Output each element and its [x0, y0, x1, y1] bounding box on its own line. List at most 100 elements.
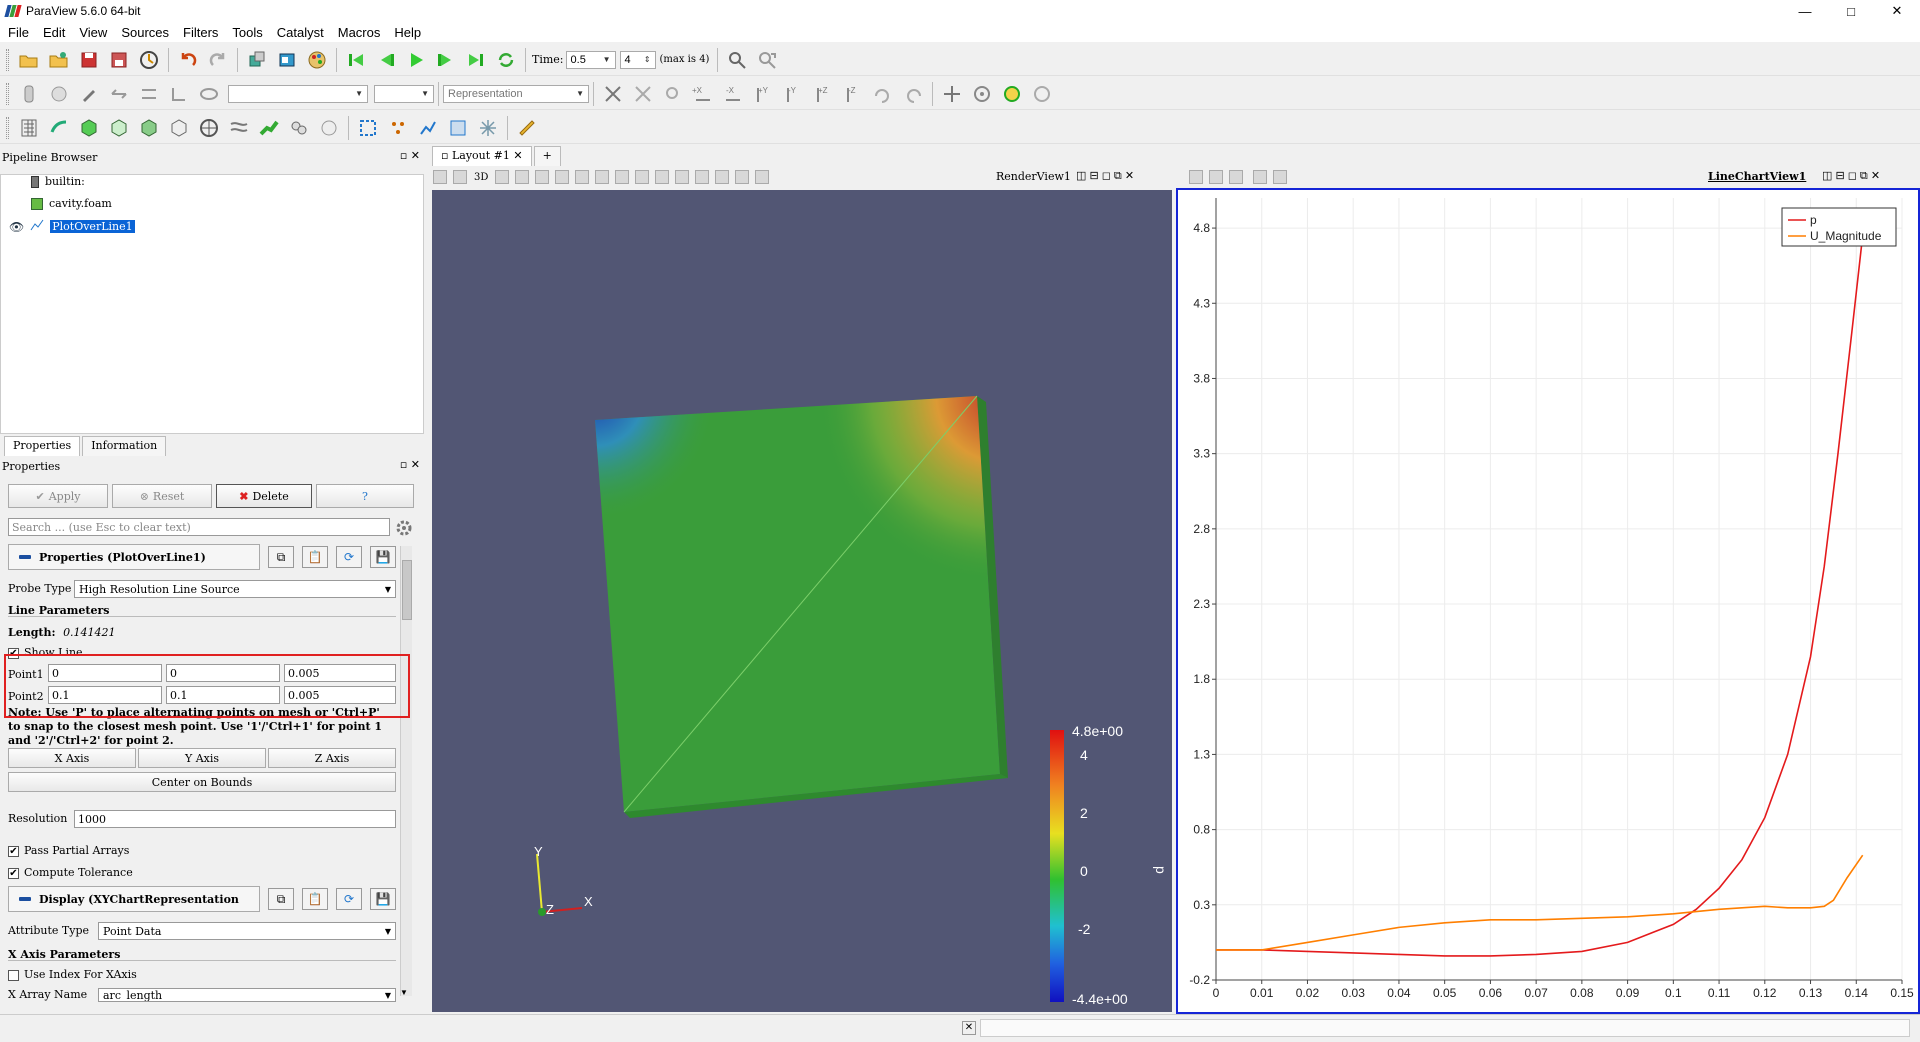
render-canvas[interactable]: 4.8e+00 4 2 0 -2 -4.4e+00 p Y Z X [432, 190, 1172, 1012]
properties-dock-controls[interactable]: ▫ ✕ [400, 458, 420, 471]
point2-z-input[interactable]: 0.005 [284, 686, 396, 704]
view-plus-z-icon[interactable]: +Z [811, 82, 835, 106]
connect-icon[interactable] [137, 48, 161, 72]
status-close-icon[interactable]: ✕ [962, 1021, 976, 1035]
menu-file[interactable]: File [0, 25, 35, 40]
dock-controls[interactable]: ▫ ✕ [400, 149, 420, 162]
reset-center-icon[interactable] [970, 82, 994, 106]
select-surface-points-icon[interactable] [535, 170, 550, 184]
clear-selection-icon[interactable] [755, 170, 770, 184]
select-surface-cells-icon[interactable] [515, 170, 530, 184]
group-datasets-icon[interactable] [287, 116, 311, 140]
chart-select-polygon-icon[interactable] [1229, 170, 1243, 184]
view-minus-z-icon[interactable]: -Z [841, 82, 865, 106]
rotation-center-icon[interactable] [1030, 82, 1054, 106]
help-button[interactable]: ? [316, 484, 414, 508]
undo-icon[interactable] [176, 48, 200, 72]
interactive-select-points-icon[interactable] [675, 170, 690, 184]
center-axes-icon[interactable] [940, 82, 964, 106]
extract-level-icon[interactable] [317, 116, 341, 140]
loop-icon[interactable] [494, 48, 518, 72]
select-polygon-cells-icon[interactable] [595, 170, 610, 184]
display-save-icon[interactable]: 💾 [370, 888, 396, 910]
eye-icon[interactable]: 👁 [9, 220, 24, 234]
rescale-temporal-icon[interactable] [167, 82, 191, 106]
plot-selection-icon[interactable] [416, 116, 440, 140]
color-by-combo[interactable]: ▼ [228, 84, 368, 103]
zoom-box-camera-icon[interactable] [661, 82, 685, 106]
render-view[interactable]: 4.8e+00 4 2 0 -2 -4.4e+00 p Y Z X [432, 190, 1172, 1012]
capture-icon[interactable] [433, 170, 447, 184]
pass-partial-arrays-checkbox[interactable]: ✔ Pass Partial Arrays [8, 844, 129, 857]
component-combo[interactable]: ▼ [374, 84, 434, 103]
representation-combo[interactable]: Representation ▼ [443, 84, 589, 103]
menu-filters[interactable]: Filters [175, 25, 224, 40]
time-combo[interactable]: 0.5 ▼ [565, 50, 616, 69]
scrollbar-thumb[interactable] [402, 560, 412, 620]
hover-points-icon[interactable] [476, 116, 500, 140]
maximize-button[interactable]: □ [1828, 0, 1874, 22]
select-frustum-points-icon[interactable] [575, 170, 590, 184]
contour-icon[interactable] [47, 116, 71, 140]
menu-sources[interactable]: Sources [113, 25, 175, 40]
grow-selection-icon[interactable] [715, 170, 730, 184]
close-button[interactable]: ✕ [1874, 0, 1920, 22]
select-cells-icon[interactable] [356, 116, 380, 140]
display-paste-icon[interactable]: 📋 [302, 888, 328, 910]
probe-type-select[interactable]: High Resolution Line Source ▼ [74, 580, 396, 598]
stream-tracer-icon[interactable] [227, 116, 251, 140]
chart-capture-icon[interactable] [1189, 170, 1203, 184]
select-frustum-cells-icon[interactable] [555, 170, 570, 184]
camera-undo-icon[interactable] [245, 48, 269, 72]
menu-catalyst[interactable]: Catalyst [269, 25, 330, 40]
display-section-header[interactable]: Display (XYChartRepresentation [8, 886, 260, 912]
clip-icon[interactable] [77, 116, 101, 140]
zoom-closest-icon[interactable] [631, 82, 655, 106]
tab-information[interactable]: Information [82, 436, 167, 456]
menu-macros[interactable]: Macros [330, 25, 387, 40]
pick-center-icon[interactable] [1000, 82, 1024, 106]
rescale-visible-icon[interactable] [197, 82, 221, 106]
menu-tools[interactable]: Tools [224, 25, 268, 40]
recent-folder-icon[interactable] [47, 48, 71, 72]
3d-toggle-button[interactable]: 3D [474, 172, 488, 183]
hover-cell-icon[interactable] [695, 170, 710, 184]
zoom-to-data-icon[interactable] [725, 48, 749, 72]
menu-help[interactable]: Help [386, 25, 427, 40]
open-folder-icon[interactable] [17, 48, 41, 72]
save-state-icon[interactable] [107, 48, 131, 72]
use-index-checkbox[interactable]: Use Index For XAxis [8, 968, 137, 981]
rescale-custom-icon[interactable] [137, 82, 161, 106]
chart-zoom-icon[interactable] [1273, 170, 1287, 184]
display-restore-icon[interactable]: ⟳ [336, 888, 362, 910]
display-copy-icon[interactable]: ⧉ [268, 888, 294, 910]
select-block-icon[interactable] [635, 170, 650, 184]
camera-redo-icon[interactable] [275, 48, 299, 72]
paste-icon[interactable]: 📋 [302, 546, 328, 568]
shading-icon[interactable] [47, 82, 71, 106]
menu-edit[interactable]: Edit [35, 25, 71, 40]
warp-vector-icon[interactable] [257, 116, 281, 140]
point2-x-input[interactable]: 0.1 [48, 686, 162, 704]
reset-camera-icon[interactable] [601, 82, 625, 106]
compute-tolerance-checkbox[interactable]: ✔ Compute Tolerance [8, 866, 133, 879]
x-array-name-select[interactable]: arc_length ▼ [98, 988, 396, 1002]
copy-icon[interactable]: ⧉ [268, 546, 294, 568]
previous-frame-icon[interactable] [374, 48, 398, 72]
show-line-checkbox[interactable]: ✔ Show Line [8, 646, 83, 659]
last-frame-icon[interactable] [464, 48, 488, 72]
minimize-button[interactable]: — [1782, 0, 1828, 22]
shrink-selection-icon[interactable] [735, 170, 750, 184]
pipeline-item-builtin[interactable]: builtin: [31, 175, 85, 188]
view-plus-y-icon[interactable]: +Y [751, 82, 775, 106]
save-data-icon[interactable] [77, 48, 101, 72]
menu-view[interactable]: View [71, 25, 113, 40]
camera-link-icon[interactable] [495, 170, 510, 184]
first-frame-icon[interactable] [344, 48, 368, 72]
view-minus-x-icon[interactable]: -X [721, 82, 745, 106]
properties-section-header[interactable]: Properties (PlotOverLine1) [8, 544, 260, 570]
chart-pan-icon[interactable] [1253, 170, 1267, 184]
x-axis-button[interactable]: X Axis [8, 748, 136, 768]
calculator-icon[interactable] [17, 116, 41, 140]
y-axis-button[interactable]: Y Axis [138, 748, 266, 768]
